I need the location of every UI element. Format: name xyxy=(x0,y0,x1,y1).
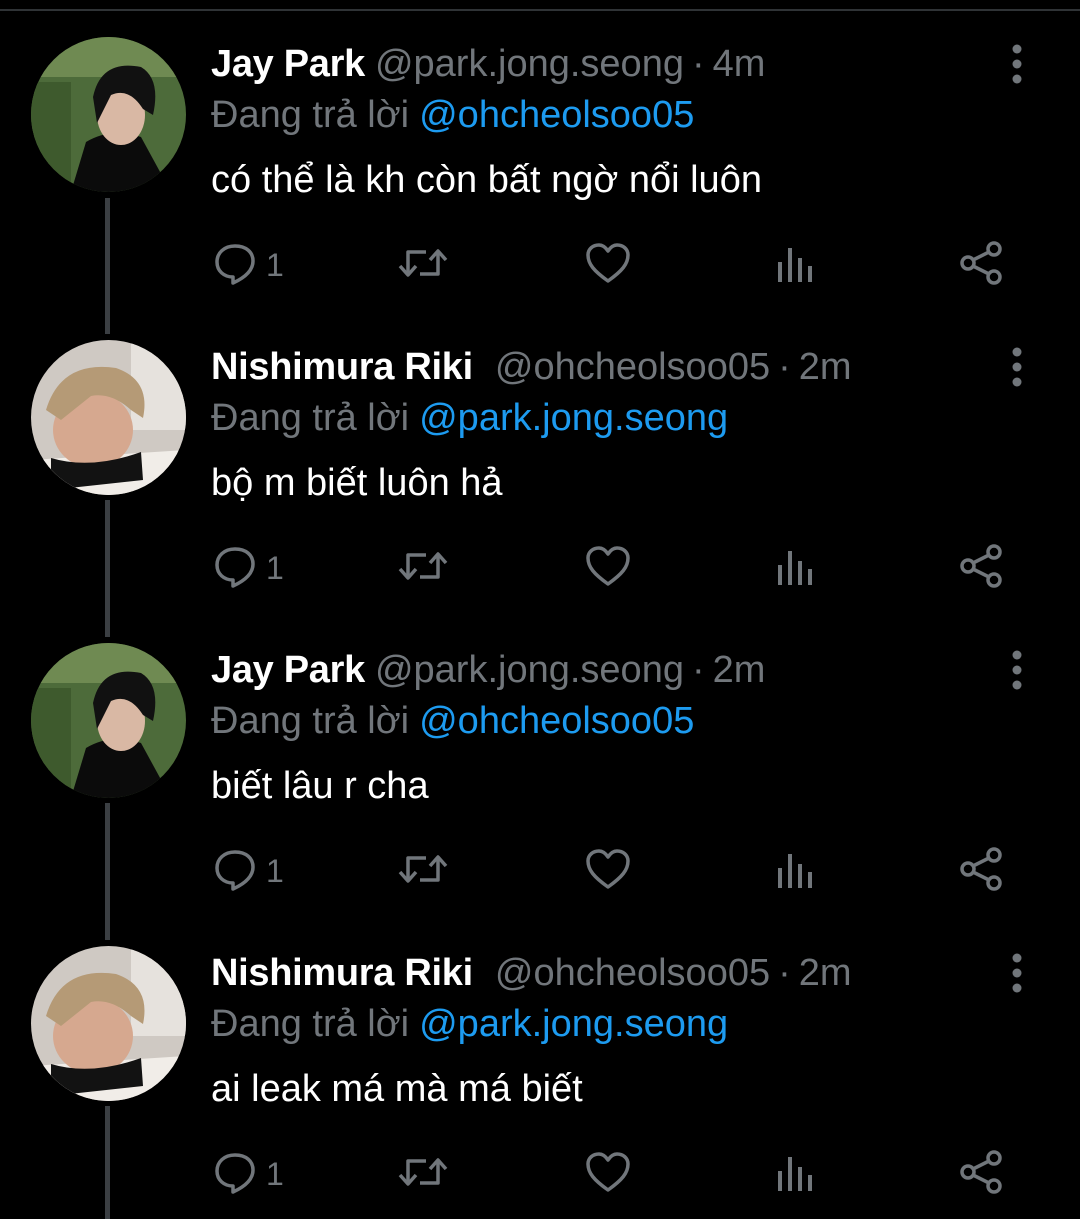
like-button[interactable] xyxy=(584,540,632,596)
heart-icon xyxy=(584,543,632,594)
retweet-icon xyxy=(396,1149,450,1200)
reply-target-link[interactable]: @ohcheolsoo05 xyxy=(419,94,694,136)
timestamp[interactable]: 2m xyxy=(713,649,766,691)
more-options-icon[interactable] xyxy=(1005,650,1029,690)
tweet-text: có thể là kh còn bất ngờ nổi luôn xyxy=(211,159,762,201)
timestamp[interactable]: 2m xyxy=(799,952,852,994)
tweet-text: bộ m biết luôn hả xyxy=(211,462,503,504)
avatar[interactable] xyxy=(31,340,186,495)
display-name[interactable]: Nishimura Riki xyxy=(211,346,473,388)
replying-to: Đang trả lời @ohcheolsoo05 xyxy=(211,694,694,748)
heart-icon xyxy=(584,1149,632,1200)
share-button[interactable] xyxy=(959,1146,1005,1202)
replying-to: Đang trả lời @park.jong.seong xyxy=(211,997,728,1051)
retweet-icon xyxy=(396,240,450,291)
reply-target-link[interactable]: @park.jong.seong xyxy=(419,397,728,439)
reply-button[interactable]: 1 xyxy=(212,1146,284,1202)
reply-button[interactable]: 1 xyxy=(212,540,284,596)
replying-to-label: Đang trả lời xyxy=(211,1003,410,1045)
more-options-icon[interactable] xyxy=(1005,347,1029,387)
tweet-header: Jay Park @park.jong.seong · 2m xyxy=(211,642,765,698)
replying-to-label: Đang trả lời xyxy=(211,397,410,439)
bar-chart-icon xyxy=(775,240,817,291)
share-icon xyxy=(959,846,1005,897)
heart-icon xyxy=(584,240,632,291)
reply-count: 1 xyxy=(266,852,284,889)
reply-button[interactable]: 1 xyxy=(212,843,284,899)
user-handle[interactable]: @park.jong.seong xyxy=(375,649,684,691)
reply-target-link[interactable]: @park.jong.seong xyxy=(419,1003,728,1045)
tweet-header: Nishimura Riki @ohcheolsoo05 · 2m xyxy=(211,945,852,1001)
user-handle[interactable]: @ohcheolsoo05 xyxy=(495,346,770,388)
share-icon xyxy=(959,240,1005,291)
tweet-header: Nishimura Riki @ohcheolsoo05 · 2m xyxy=(211,339,852,395)
share-button[interactable] xyxy=(959,843,1005,899)
bar-chart-icon xyxy=(775,846,817,897)
bar-chart-icon xyxy=(775,1149,817,1200)
tweet[interactable]: Jay Park @park.jong.seong · 2m Đang trả lời… xyxy=(0,606,1080,909)
reply-count: 1 xyxy=(266,246,284,283)
replying-to: Đang trả lời @park.jong.seong xyxy=(211,391,728,445)
avatar[interactable] xyxy=(31,643,186,798)
comment-bubble-icon xyxy=(212,543,258,594)
share-button[interactable] xyxy=(959,237,1005,293)
replying-to-label: Đang trả lời xyxy=(211,94,410,136)
views-button[interactable] xyxy=(775,1146,817,1202)
user-handle[interactable]: @ohcheolsoo05 xyxy=(495,952,770,994)
like-button[interactable] xyxy=(584,843,632,899)
reply-count: 1 xyxy=(266,1155,284,1192)
bar-chart-icon xyxy=(775,543,817,594)
tweet[interactable]: Nishimura Riki @ohcheolsoo05 · 2m Đang trả … xyxy=(0,909,1080,1212)
share-icon xyxy=(959,543,1005,594)
reply-button[interactable]: 1 xyxy=(212,237,284,293)
tweet-header: Jay Park @park.jong.seong · 4m xyxy=(211,36,765,92)
share-icon xyxy=(959,1149,1005,1200)
comment-bubble-icon xyxy=(212,1149,258,1200)
avatar[interactable] xyxy=(31,946,186,1101)
separator: · xyxy=(778,952,791,994)
retweet-icon xyxy=(396,543,450,594)
replying-to: Đang trả lời @ohcheolsoo05 xyxy=(211,88,694,142)
share-button[interactable] xyxy=(959,540,1005,596)
heart-icon xyxy=(584,846,632,897)
separator: · xyxy=(778,346,791,388)
timestamp[interactable]: 2m xyxy=(799,346,852,388)
reply-target-link[interactable]: @ohcheolsoo05 xyxy=(419,700,694,742)
tweet[interactable]: Jay Park @park.jong.seong · 4m Đang trả lời… xyxy=(0,0,1080,303)
avatar[interactable] xyxy=(31,37,186,192)
separator: · xyxy=(691,649,705,691)
display-name[interactable]: Jay Park xyxy=(211,649,365,691)
separator: · xyxy=(691,43,705,85)
retweet-button[interactable] xyxy=(396,540,450,596)
views-button[interactable] xyxy=(775,843,817,899)
comment-bubble-icon xyxy=(212,240,258,291)
views-button[interactable] xyxy=(775,540,817,596)
reply-count: 1 xyxy=(266,549,284,586)
comment-bubble-icon xyxy=(212,846,258,897)
more-options-icon[interactable] xyxy=(1005,953,1029,993)
user-handle[interactable]: @park.jong.seong xyxy=(375,43,684,85)
like-button[interactable] xyxy=(584,237,632,293)
display-name[interactable]: Jay Park xyxy=(211,43,365,85)
like-button[interactable] xyxy=(584,1146,632,1202)
replying-to-label: Đang trả lời xyxy=(211,700,410,742)
display-name[interactable]: Nishimura Riki xyxy=(211,952,473,994)
retweet-button[interactable] xyxy=(396,237,450,293)
views-button[interactable] xyxy=(775,237,817,293)
timestamp[interactable]: 4m xyxy=(713,43,766,85)
retweet-icon xyxy=(396,846,450,897)
tweet[interactable]: Nishimura Riki @ohcheolsoo05 · 2m Đang trả … xyxy=(0,303,1080,606)
tweet-text: ai leak má mà má biết xyxy=(211,1068,583,1110)
more-options-icon[interactable] xyxy=(1005,44,1029,84)
retweet-button[interactable] xyxy=(396,1146,450,1202)
tweet-text: biết lâu r cha xyxy=(211,765,429,807)
retweet-button[interactable] xyxy=(396,843,450,899)
